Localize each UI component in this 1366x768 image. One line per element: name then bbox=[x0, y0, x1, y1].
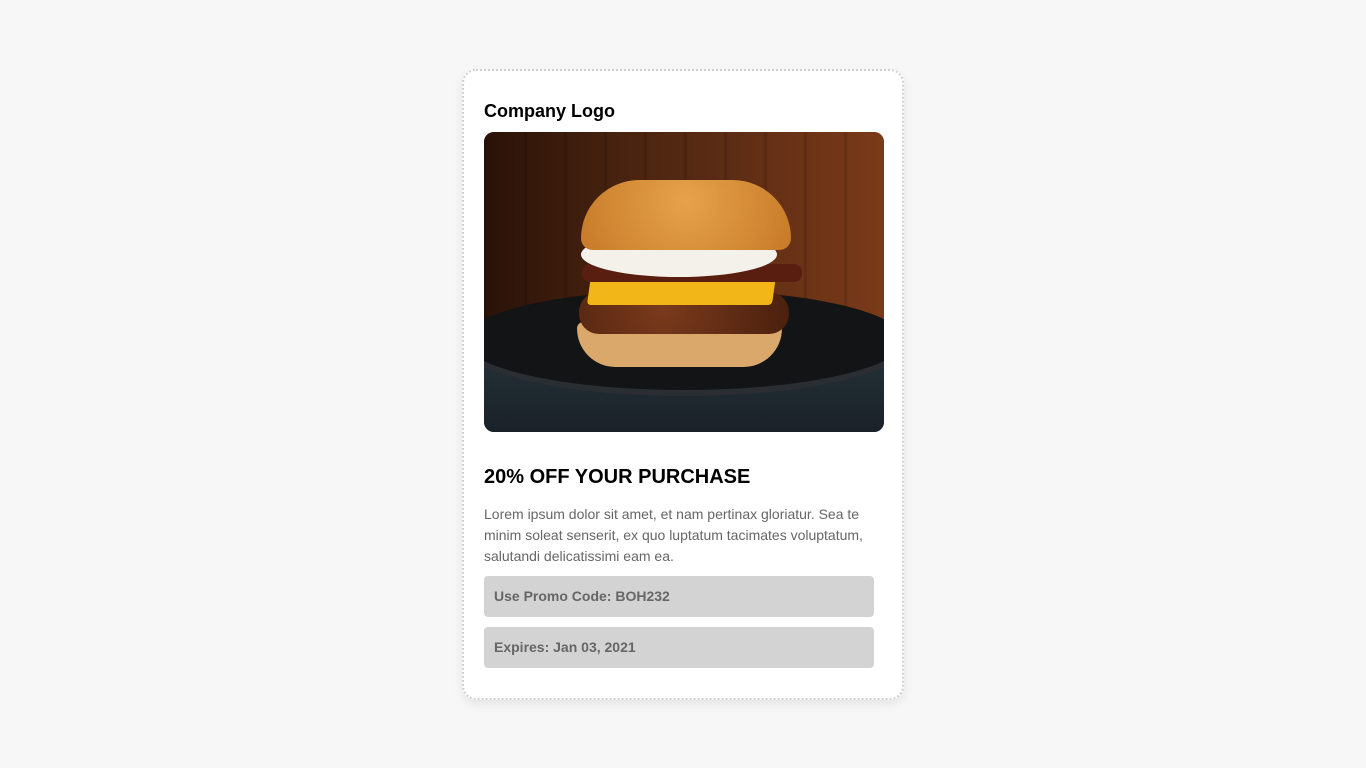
bun-top bbox=[581, 180, 791, 250]
offer-description: Lorem ipsum dolor sit amet, et nam perti… bbox=[484, 506, 863, 564]
expiry-box: Expires: Jan 03, 2021 bbox=[484, 627, 874, 668]
burger-image bbox=[484, 132, 884, 432]
promo-code-box: Use Promo Code: BOH232 bbox=[484, 576, 874, 617]
offer-title: 20% OFF YOUR PURCHASE bbox=[484, 466, 751, 488]
coupon-card: Company Logo 20% OFF YOUR PURCHASE Lorem… bbox=[462, 69, 904, 700]
company-logo: Company Logo bbox=[484, 101, 615, 121]
